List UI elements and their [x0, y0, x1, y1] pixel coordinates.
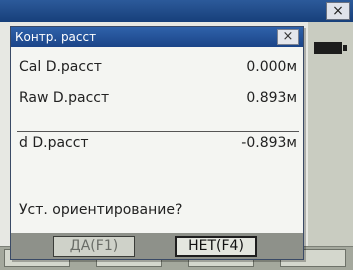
no-button[interactable]: НЕТ(F4) [175, 236, 257, 257]
raw-distance-value: 0.893м [246, 90, 297, 106]
delta-distance-value: -0.893м [241, 135, 297, 151]
background-close-button[interactable]: × [326, 2, 350, 20]
delta-distance-label: d D.расст [19, 135, 89, 151]
battery-icon [314, 42, 348, 54]
background-titlebar [0, 0, 353, 22]
raw-distance-label: Raw D.расст [19, 90, 110, 106]
cal-distance-row: Cal D.расст 0.000м [19, 59, 297, 83]
yes-button[interactable]: ДА(F1) [53, 236, 135, 257]
raw-distance-row: Raw D.расст 0.893м [19, 90, 297, 114]
set-orientation-prompt: Уст. ориентирование? [19, 202, 183, 218]
delta-distance-row: d D.расст -0.893м [19, 135, 297, 159]
cal-distance-value: 0.000м [246, 59, 297, 75]
dialog-close-button[interactable]: × [277, 29, 299, 45]
distance-check-dialog: Контр. расст × Cal D.расст 0.000м Raw D.… [10, 26, 304, 260]
cal-distance-label: Cal D.расст [19, 59, 102, 75]
dialog-title: Контр. расст [11, 27, 303, 47]
dialog-button-bar: ДА(F1) НЕТ(F4) [11, 233, 303, 259]
divider [17, 131, 299, 132]
status-strip [308, 22, 353, 246]
